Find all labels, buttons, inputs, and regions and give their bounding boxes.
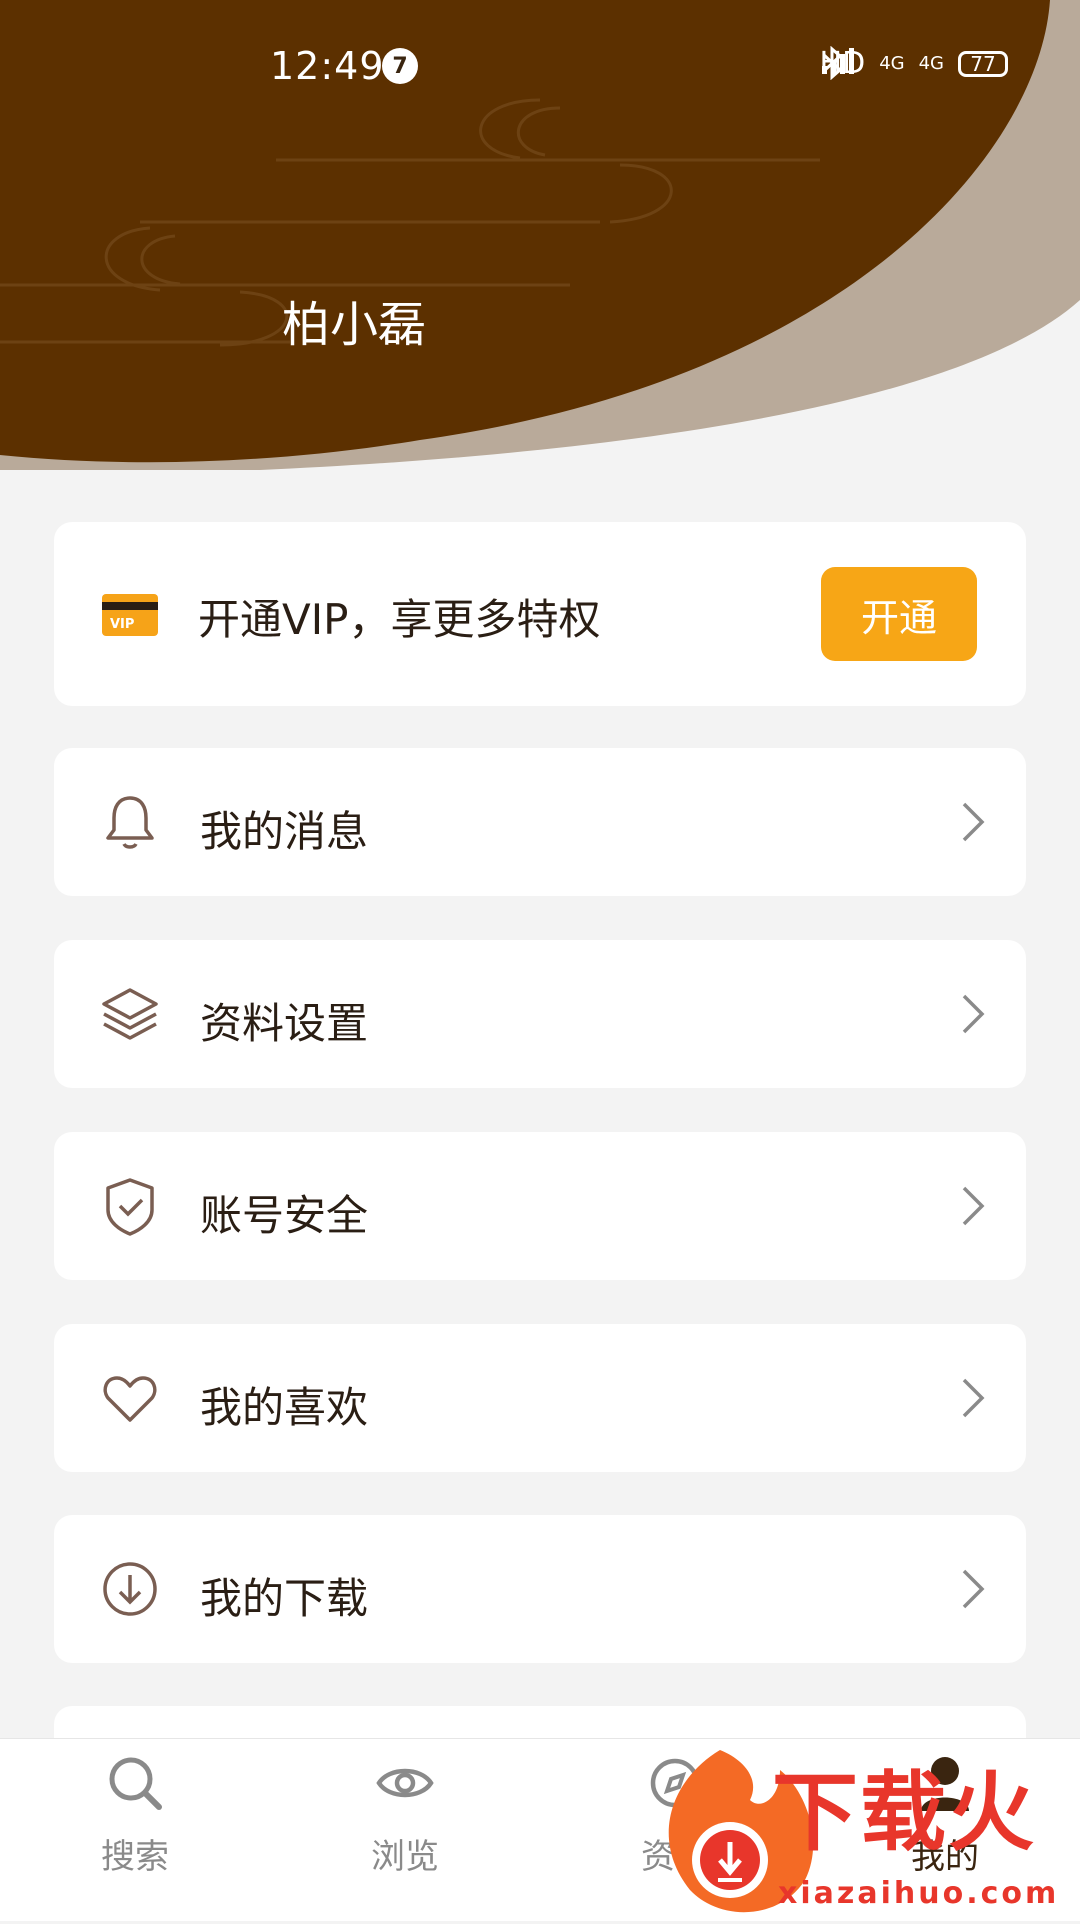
bell-icon [106, 796, 154, 849]
status-indicators: HD 4G 4G 77 [820, 46, 1008, 81]
profile-header: 12:49 7 HD 4G 4G 77 [0, 0, 1080, 500]
menu-label: 账号安全 [200, 1191, 369, 1240]
watermark-logo: 下载火 xiazaihuo.com [630, 1690, 1080, 1920]
menu-item-favorites[interactable]: 我的喜欢 [54, 1324, 1026, 1472]
menu-label: 我的消息 [200, 807, 369, 856]
layers-icon [102, 988, 158, 1040]
status-bar: 12:49 7 HD 4G 4G 77 [0, 0, 1080, 130]
user-name[interactable]: 柏小磊 [282, 285, 426, 355]
nav-label: 搜索 [101, 1837, 169, 1877]
download-circle-icon [103, 1562, 157, 1616]
menu-item-account-security[interactable]: 账号安全 [54, 1132, 1026, 1280]
watermark-url: xiazaihuo.com [778, 1876, 1060, 1911]
signal-4g-label-2: 4G [918, 53, 944, 74]
battery-level: 77 [970, 51, 996, 76]
nav-label: 浏览 [371, 1837, 439, 1877]
search-icon [109, 1757, 162, 1810]
vip-icon-label: VIP [110, 617, 135, 632]
menu-label: 资料设置 [200, 999, 369, 1048]
nav-tab-browse[interactable]: 浏览 [270, 1739, 540, 1921]
signal-icon-2 [821, 48, 854, 74]
menu-item-profile-settings[interactable]: 资料设置 [54, 940, 1026, 1088]
vip-promo-text: 开通VIP，享更多特权 [198, 595, 601, 644]
menu-item-downloads[interactable]: 我的下载 [54, 1515, 1026, 1663]
menu-label: 我的下载 [200, 1574, 369, 1623]
vip-activate-button[interactable]: 开通 [821, 567, 977, 661]
battery-icon: 77 [958, 50, 1008, 77]
status-time: 12:49 [270, 44, 385, 88]
chevron-right-icon [962, 994, 985, 1034]
chevron-right-icon [962, 1569, 985, 1609]
chevron-right-icon [962, 802, 985, 842]
vip-card-icon: VIP [102, 594, 158, 636]
chevron-right-icon [962, 1378, 985, 1418]
watermark-brand: 下载火 [772, 1763, 1036, 1863]
notification-badge: 7 [382, 48, 418, 84]
heart-icon [103, 1376, 157, 1422]
nav-tab-search[interactable]: 搜索 [0, 1739, 270, 1921]
signal-4g-label-1: 4G [879, 53, 905, 74]
menu-label: 我的喜欢 [200, 1383, 369, 1432]
eye-icon [376, 1768, 434, 1798]
menu-item-messages[interactable]: 我的消息 [54, 748, 1026, 896]
vip-banner[interactable]: VIP 开通VIP，享更多特权 开通 [54, 522, 1026, 706]
shield-check-icon [106, 1178, 154, 1236]
chevron-right-icon [962, 1186, 985, 1226]
